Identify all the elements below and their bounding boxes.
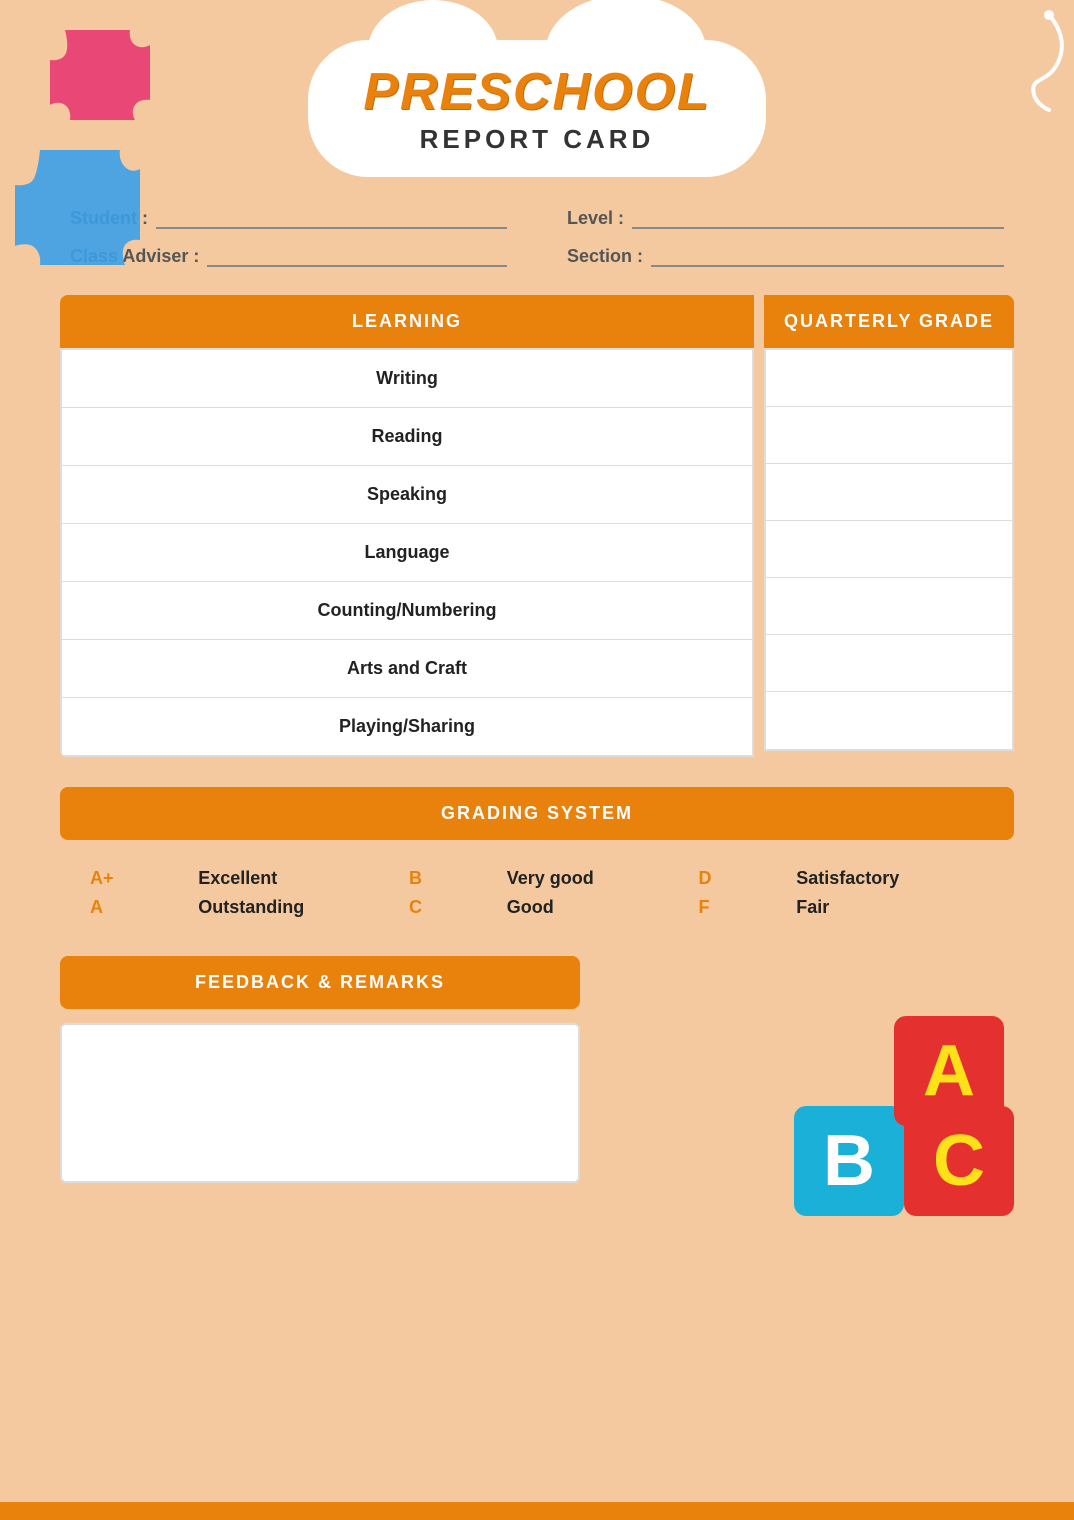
grade-letter-f: F — [698, 897, 776, 918]
cloud-background: PRESCHOOL REPORT CARD — [308, 40, 765, 177]
grade-writing[interactable] — [766, 350, 1012, 407]
subject-writing: Writing — [62, 350, 752, 408]
info-section: Student : Level : Class Adviser : Sectio… — [60, 207, 1014, 267]
grade-column: QUARTERLY GRADE — [754, 295, 1014, 757]
subject-speaking: Speaking — [62, 466, 752, 524]
grade-desc-satisfactory: Satisfactory — [796, 868, 984, 889]
grade-desc-outstanding: Outstanding — [198, 897, 389, 918]
subject-counting: Counting/Numbering — [62, 582, 752, 640]
feedback-box[interactable] — [60, 1023, 580, 1183]
level-input[interactable] — [632, 207, 1004, 229]
learning-header: LEARNING — [60, 295, 754, 348]
grading-header: GRADING SYSTEM — [60, 787, 1014, 840]
grade-desc-good: Good — [507, 897, 679, 918]
feedback-textarea[interactable] — [62, 1025, 578, 1181]
level-field: Level : — [567, 207, 1004, 229]
title-area: PRESCHOOL REPORT CARD — [60, 0, 1014, 177]
grading-grid: A+ Excellent B Very good D Satisfactory … — [60, 858, 1014, 928]
page: PRESCHOOL REPORT CARD Student : Level : … — [0, 0, 1074, 1520]
section-input[interactable] — [651, 245, 1004, 267]
grade-header: QUARTERLY GRADE — [764, 295, 1014, 348]
learning-body: Writing Reading Speaking Language Counti… — [60, 348, 754, 757]
section-label: Section : — [567, 246, 643, 267]
student-input[interactable] — [156, 207, 507, 229]
grade-arts[interactable] — [766, 635, 1012, 692]
grade-desc-verygood: Very good — [507, 868, 679, 889]
block-b: B — [794, 1106, 904, 1216]
grade-reading[interactable] — [766, 407, 1012, 464]
grade-language[interactable] — [766, 521, 1012, 578]
info-row-1: Student : Level : — [70, 207, 1004, 229]
section-field: Section : — [567, 245, 1004, 267]
feedback-section: FEEDBACK & REMARKS A B C — [60, 956, 1014, 1216]
grade-letter-b: B — [409, 868, 487, 889]
subject-language: Language — [62, 524, 752, 582]
grade-speaking[interactable] — [766, 464, 1012, 521]
feedback-left: FEEDBACK & REMARKS — [60, 956, 764, 1183]
table-wrapper: LEARNING Writing Reading Speaking Langua… — [60, 295, 1014, 757]
learning-column: LEARNING Writing Reading Speaking Langua… — [60, 295, 754, 757]
grade-letter-c: C — [409, 897, 487, 918]
feedback-header: FEEDBACK & REMARKS — [60, 956, 580, 1009]
grade-desc-excellent: Excellent — [198, 868, 389, 889]
puzzle-decoration — [0, 0, 200, 280]
title-preschool: PRESCHOOL — [363, 62, 710, 122]
table-section: LEARNING Writing Reading Speaking Langua… — [60, 295, 1014, 757]
class-adviser-input[interactable] — [207, 245, 507, 267]
title-report-card: REPORT CARD — [363, 124, 710, 155]
grade-letter-aplus: A+ — [90, 868, 178, 889]
subject-arts: Arts and Craft — [62, 640, 752, 698]
subject-playing: Playing/Sharing — [62, 698, 752, 755]
grade-counting[interactable] — [766, 578, 1012, 635]
grade-body — [764, 348, 1014, 751]
subject-reading: Reading — [62, 408, 752, 466]
grading-section: GRADING SYSTEM A+ Excellent B Very good … — [60, 787, 1014, 928]
grade-letter-d: D — [698, 868, 776, 889]
abc-blocks: A B C — [794, 1016, 1014, 1216]
block-a: A — [894, 1016, 1004, 1126]
grade-desc-fair: Fair — [796, 897, 984, 918]
info-row-2: Class Adviser : Section : — [70, 245, 1004, 267]
level-label: Level : — [567, 208, 624, 229]
grade-letter-a: A — [90, 897, 178, 918]
squiggle-decoration — [959, 5, 1069, 115]
grade-playing[interactable] — [766, 692, 1012, 749]
bottom-bar — [0, 1502, 1074, 1520]
